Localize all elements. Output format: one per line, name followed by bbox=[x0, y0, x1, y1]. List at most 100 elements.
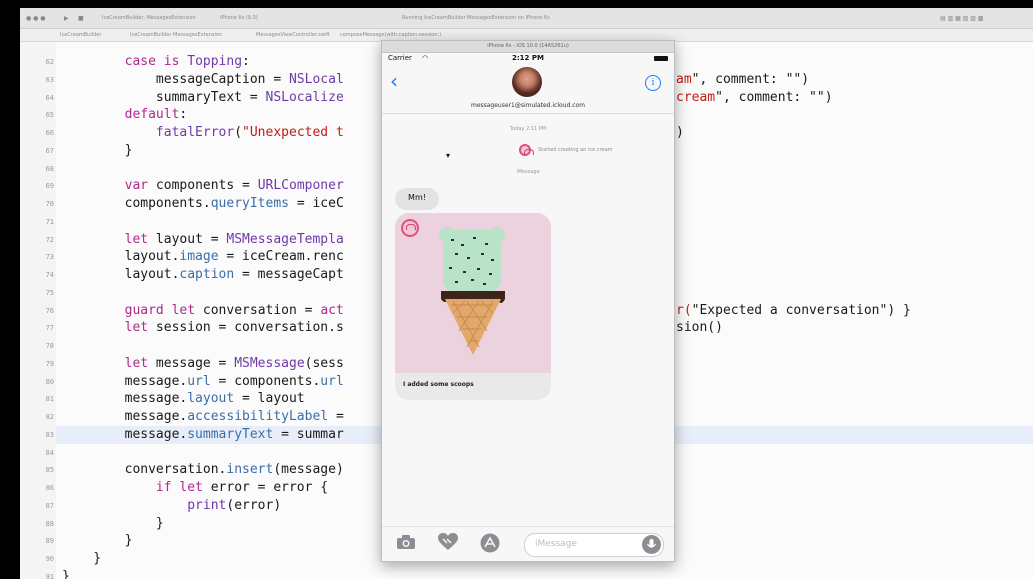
chevron-left-icon[interactable]: ‹ bbox=[390, 69, 398, 93]
code-line[interactable]: } bbox=[62, 550, 101, 568]
code-token: case is bbox=[124, 54, 180, 69]
code-token: } bbox=[62, 533, 133, 548]
editor-mode-buttons[interactable]: ▤ ▥ ▦ ▧ ▨ ▩ bbox=[940, 15, 984, 22]
code-line[interactable]: layout.image = iceCream.renc bbox=[62, 248, 344, 266]
status-text: Started creating an ice cream bbox=[538, 147, 613, 153]
code-token: message. bbox=[62, 374, 188, 389]
ice-cream-message[interactable]: I added some scoops bbox=[395, 213, 551, 400]
code-line[interactable]: message.url = components.url bbox=[62, 373, 344, 391]
code-line[interactable]: message.summaryText = summar bbox=[62, 426, 344, 444]
jumpbar-crumb[interactable]: MessagesViewController.swift bbox=[256, 32, 330, 38]
code-line[interactable]: let layout = MSMessageTempla bbox=[62, 231, 344, 249]
code-line[interactable]: var components = URLComponer bbox=[62, 177, 344, 195]
code-token: r( bbox=[676, 303, 692, 318]
code-token: ", comment: "") bbox=[691, 72, 810, 87]
code-token: let bbox=[124, 320, 149, 335]
code-token: NSLocalize bbox=[265, 90, 344, 105]
code-line[interactable]: messageCaption = NSLocal bbox=[62, 71, 344, 89]
window-controls[interactable]: ● ● ● bbox=[26, 15, 46, 22]
code-token: layout = bbox=[148, 232, 227, 247]
code-token: summaryText = bbox=[62, 90, 266, 105]
jumpbar-crumb[interactable]: IceCreamBuilder MessagesExtension bbox=[130, 32, 222, 38]
code-line[interactable]: print(error) bbox=[62, 497, 281, 515]
code-line-fragment[interactable]: cream", comment: "") bbox=[676, 89, 833, 107]
code-line[interactable]: default: bbox=[62, 106, 188, 124]
code-token: image bbox=[179, 249, 219, 264]
code-line[interactable]: summaryText = NSLocalize bbox=[62, 89, 344, 107]
code-line[interactable]: layout.caption = messageCapt bbox=[62, 266, 344, 284]
code-token: default bbox=[124, 107, 180, 122]
code-line[interactable]: } bbox=[62, 515, 164, 533]
scheme-selector[interactable]: IceCreamBuilder, MessagesExtension bbox=[102, 15, 196, 21]
battery-icon bbox=[654, 56, 668, 61]
code-line-fragment[interactable]: am", comment: "") bbox=[676, 71, 809, 89]
code-token: accessibilityLabel bbox=[187, 409, 329, 424]
code-token: components = bbox=[148, 178, 258, 193]
code-token: url bbox=[320, 374, 344, 389]
line-number: 73 bbox=[45, 253, 54, 261]
code-token: act bbox=[320, 303, 344, 318]
code-token: = summar bbox=[273, 427, 344, 442]
avatar[interactable] bbox=[512, 67, 542, 97]
code-line[interactable]: let message = MSMessage(sess bbox=[62, 355, 344, 373]
stop-button[interactable]: ■ bbox=[78, 15, 84, 22]
code-token: (error) bbox=[226, 498, 282, 513]
code-line-fragment[interactable]: ) bbox=[676, 124, 684, 142]
message-timestamp: Today 2:11 PM bbox=[509, 126, 547, 132]
code-line[interactable]: fatalError("Unexpected t bbox=[62, 124, 344, 142]
code-line[interactable]: message.layout = layout bbox=[62, 390, 305, 408]
jumpbar-crumb[interactable]: composeMessage(with:caption:session:) bbox=[340, 32, 441, 38]
code-line[interactable]: guard let conversation = act bbox=[62, 302, 344, 320]
activity-status: Running IceCreamBuilder MessagesExtensio… bbox=[402, 15, 550, 21]
code-token: (sess bbox=[304, 356, 344, 371]
code-token: = iceC bbox=[289, 196, 344, 211]
camera-icon[interactable] bbox=[396, 534, 416, 554]
jumpbar-crumb[interactable]: IceCreamBuilder bbox=[60, 32, 101, 38]
code-token: conversation. bbox=[62, 462, 227, 477]
code-token: queryItems bbox=[210, 196, 289, 211]
code-line[interactable]: components.queryItems = iceC bbox=[62, 195, 344, 213]
code-line[interactable]: case is Topping: bbox=[62, 53, 250, 71]
line-number: 72 bbox=[45, 236, 54, 244]
message-input-bar: iMessage bbox=[382, 526, 674, 561]
code-line-fragment[interactable]: r("Expected a conversation") } bbox=[676, 302, 911, 320]
line-number: 89 bbox=[45, 537, 54, 545]
run-button[interactable]: ▶ bbox=[64, 15, 69, 22]
code-token: = components. bbox=[210, 374, 321, 389]
code-line[interactable]: } bbox=[62, 142, 133, 160]
code-token: summaryText bbox=[187, 427, 274, 442]
line-number: 87 bbox=[45, 502, 54, 510]
digital-touch-heart-icon[interactable] bbox=[437, 533, 459, 555]
info-circle-icon[interactable]: i bbox=[645, 75, 661, 91]
code-token: message. bbox=[62, 391, 188, 406]
code-line[interactable]: } bbox=[62, 532, 133, 550]
line-number: 71 bbox=[45, 218, 54, 226]
xcode-toolbar: ● ● ● ▶ ■ IceCreamBuilder, MessagesExten… bbox=[20, 8, 1033, 29]
line-number: 65 bbox=[45, 111, 54, 119]
imessage-text-field[interactable]: iMessage bbox=[524, 533, 664, 557]
line-number: 80 bbox=[45, 378, 54, 386]
incoming-bubble[interactable]: Mm! bbox=[395, 188, 439, 210]
microphone-icon[interactable] bbox=[642, 535, 661, 554]
recipient-address[interactable]: messageuser1@simulated.icloud.com bbox=[382, 102, 674, 109]
code-token: } bbox=[62, 569, 70, 579]
code-token: insert bbox=[226, 462, 274, 477]
code-line[interactable]: let session = conversation.s bbox=[62, 319, 344, 337]
ice-cream-cone-icon bbox=[439, 227, 505, 355]
code-line[interactable]: if let error = error { bbox=[62, 479, 328, 497]
line-number: 88 bbox=[45, 520, 54, 528]
code-line-fragment[interactable]: sion() bbox=[676, 319, 723, 337]
code-line[interactable]: conversation.insert(message) bbox=[62, 461, 344, 479]
bubble-text: Mm! bbox=[408, 193, 426, 202]
destination-selector[interactable]: iPhone 6s (9.3) bbox=[220, 15, 258, 21]
app-store-icon[interactable] bbox=[479, 533, 501, 557]
code-token: let bbox=[124, 356, 149, 371]
wifi-icon: ◠ bbox=[422, 54, 429, 62]
code-line[interactable]: } bbox=[62, 568, 70, 579]
code-line[interactable]: message.accessibilityLabel = bbox=[62, 408, 344, 426]
code-token: = bbox=[328, 409, 344, 424]
